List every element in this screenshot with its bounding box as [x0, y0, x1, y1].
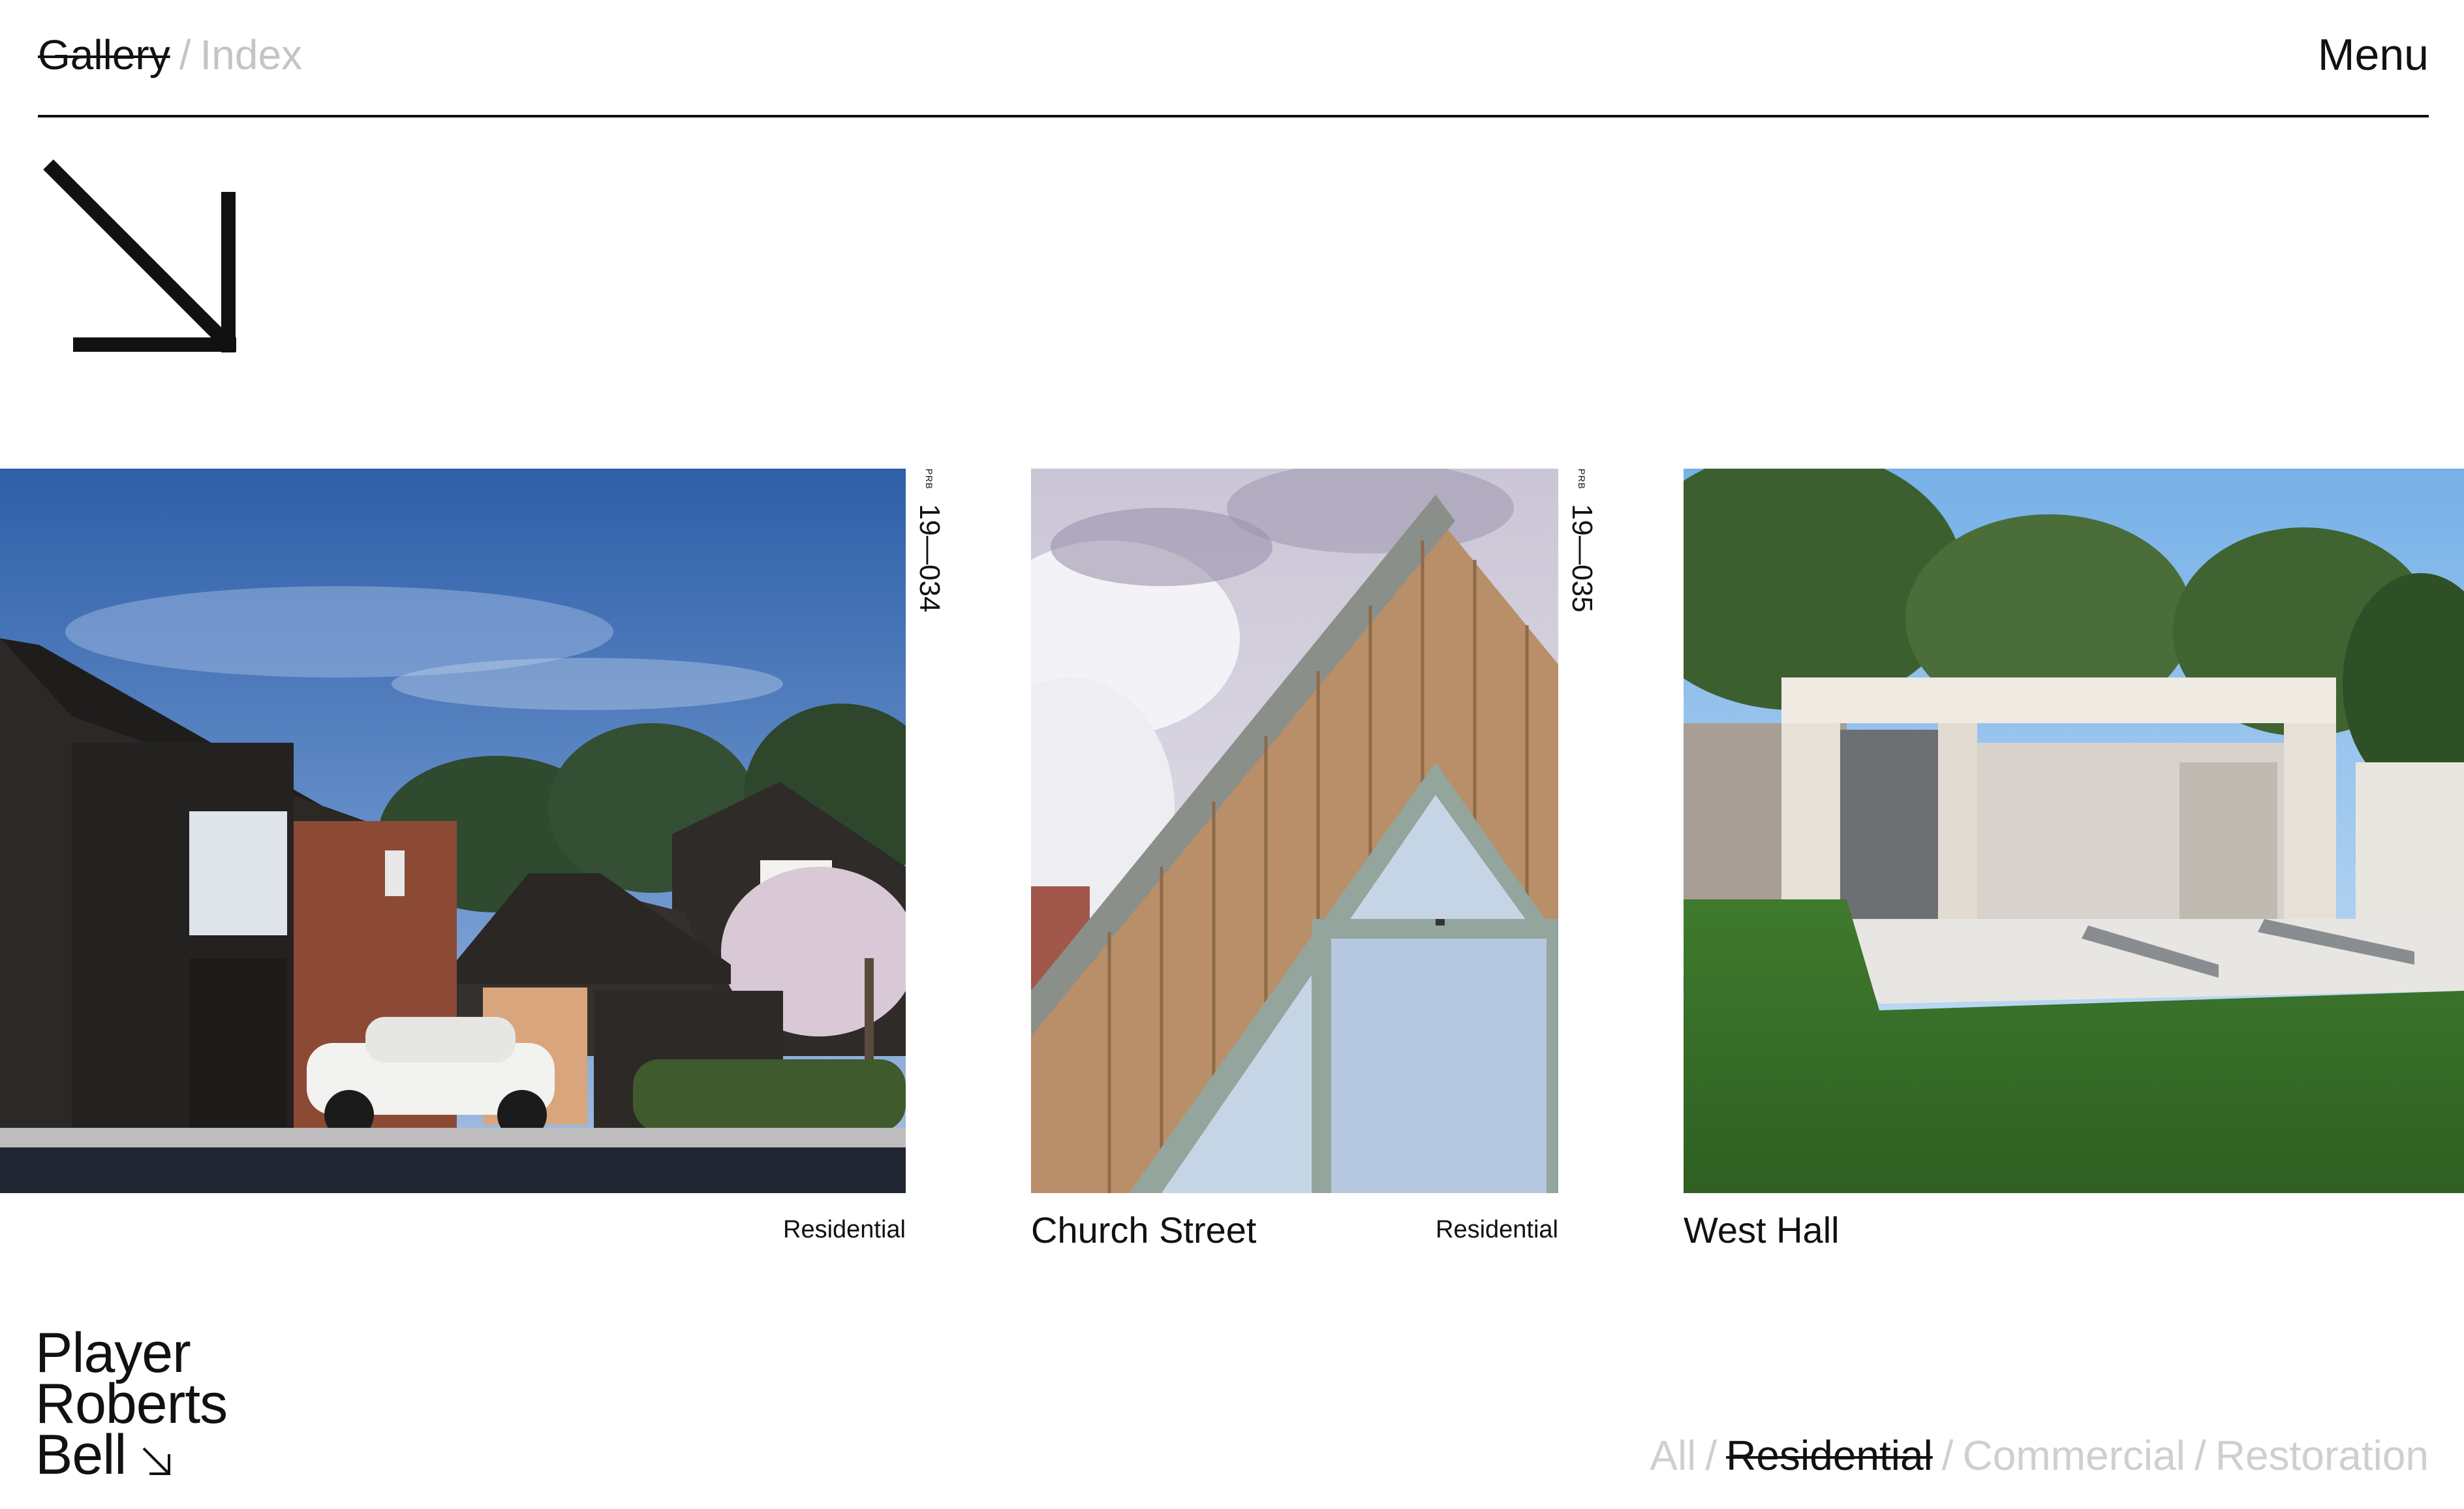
- project-name[interactable]: West Hall: [1684, 1207, 1840, 1253]
- project-category: Residential: [1436, 1216, 1558, 1243]
- nav-gallery-link[interactable]: Gallery: [38, 31, 170, 78]
- filter-separator: /: [1705, 1432, 1717, 1479]
- filter-residential[interactable]: Residential: [1726, 1432, 1933, 1479]
- logo-line: Roberts: [35, 1373, 228, 1435]
- logo-line: Player: [35, 1322, 191, 1384]
- project-code: PRB 19—035: [1563, 469, 1603, 612]
- project-code-number: 19—034: [914, 504, 946, 613]
- project-image[interactable]: [1684, 469, 2464, 1193]
- nav-separator: /: [179, 31, 191, 78]
- project-code: PRB 19—034: [911, 469, 950, 612]
- project-category: Residential: [783, 1216, 906, 1243]
- menu-button[interactable]: Menu: [2318, 29, 2429, 81]
- filter-separator: /: [1941, 1432, 1954, 1479]
- project-image[interactable]: [0, 469, 906, 1193]
- project-image[interactable]: [1031, 469, 1558, 1193]
- nav-index-link[interactable]: Index: [200, 31, 303, 78]
- arrow-down-right-icon: [43, 159, 236, 352]
- site-header: Gallery / Index Menu: [38, 0, 2429, 117]
- category-filter: All / Residential / Commercial / Restoration: [1650, 1428, 2429, 1483]
- page: Gallery / Index Menu PRB 19—034 Resident…: [0, 0, 2464, 1509]
- filter-separator: /: [2194, 1432, 2206, 1479]
- arrow-down-right-icon: [142, 1447, 171, 1475]
- filter-commercial[interactable]: Commercial: [1963, 1432, 2185, 1479]
- project-name[interactable]: Church Street: [1031, 1207, 1257, 1253]
- logo-line: Bell: [35, 1423, 127, 1486]
- project-code-prefix: PRB: [1577, 469, 1587, 490]
- brand-logo[interactable]: Player Roberts Bell: [35, 1322, 228, 1483]
- project-code-prefix: PRB: [924, 469, 934, 490]
- project-code-number: 19—035: [1566, 504, 1598, 613]
- filter-all[interactable]: All: [1650, 1432, 1696, 1479]
- filter-restoration[interactable]: Restoration: [2215, 1432, 2429, 1479]
- view-switcher: Gallery / Index: [38, 29, 302, 81]
